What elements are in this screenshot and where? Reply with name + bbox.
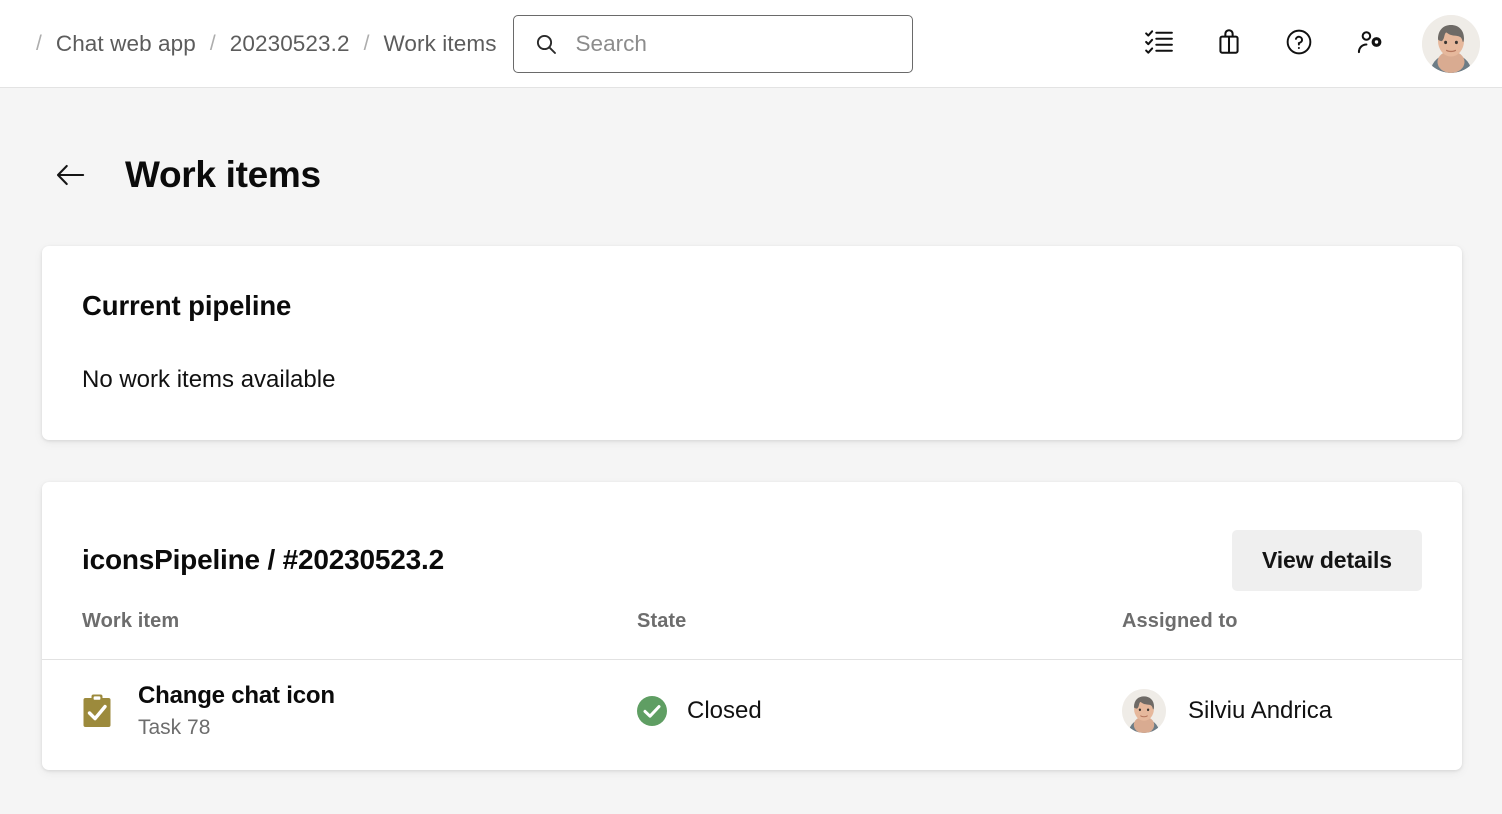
work-items-table: Work item State Assigned to Change chat …	[42, 600, 1462, 770]
breadcrumb-separator-2: /	[350, 32, 384, 56]
work-items-card-header: iconsPipeline / #20230523.2 View details	[42, 482, 1462, 600]
shopping-bag-icon	[1214, 27, 1244, 60]
table-row[interactable]: Change chat icon Task 78 Closed	[42, 660, 1462, 770]
breadcrumb-item-chat-web-app[interactable]: Chat web app	[56, 31, 196, 57]
back-arrow-icon[interactable]	[52, 156, 90, 194]
page-title: Work items	[125, 154, 321, 196]
task-clipboard-check-icon	[82, 693, 112, 729]
task-list-icon	[1144, 27, 1174, 60]
table-header-row: Work item State Assigned to	[42, 600, 1462, 660]
view-details-button[interactable]: View details	[1232, 530, 1422, 591]
work-item-title[interactable]: Change chat icon	[138, 682, 335, 710]
breadcrumb: / Chat web app / 20230523.2 / Work items	[22, 31, 497, 57]
help-icon-button[interactable]	[1276, 21, 1322, 67]
topbar-actions	[1136, 15, 1484, 73]
search-input[interactable]	[576, 31, 898, 57]
current-pipeline-card: Current pipeline No work items available	[42, 246, 1462, 440]
cell-work-item[interactable]: Change chat icon Task 78	[82, 682, 637, 740]
breadcrumb-item-work-items[interactable]: Work items	[383, 31, 496, 57]
task-list-icon-button[interactable]	[1136, 21, 1182, 67]
state-label: Closed	[687, 697, 762, 725]
column-header-work-item: Work item	[82, 610, 637, 633]
cell-state: Closed	[637, 696, 1122, 726]
assignee-name: Silviu Andrica	[1188, 697, 1332, 725]
user-settings-icon	[1354, 27, 1384, 60]
search-icon	[534, 32, 558, 56]
breadcrumb-separator-leading: /	[22, 32, 56, 56]
top-bar: / Chat web app / 20230523.2 / Work items	[0, 0, 1502, 88]
pipeline-run-title: iconsPipeline / #20230523.2	[82, 544, 444, 576]
column-header-state: State	[637, 610, 1122, 633]
user-settings-icon-button[interactable]	[1346, 21, 1392, 67]
work-items-card: iconsPipeline / #20230523.2 View details…	[42, 482, 1462, 770]
breadcrumb-separator-1: /	[196, 32, 230, 56]
assignee-avatar	[1122, 689, 1166, 733]
check-circle-icon	[637, 696, 667, 726]
help-circle-icon	[1284, 27, 1314, 60]
page-header: Work items	[0, 88, 1502, 210]
current-pipeline-empty-message: No work items available	[82, 366, 1422, 394]
breadcrumb-item-run-id[interactable]: 20230523.2	[230, 31, 350, 57]
work-item-text: Change chat icon Task 78	[138, 682, 335, 740]
column-header-assigned-to: Assigned to	[1122, 610, 1422, 633]
search-box[interactable]	[513, 15, 913, 73]
shopping-bag-icon-button[interactable]	[1206, 21, 1252, 67]
current-pipeline-title: Current pipeline	[82, 290, 1422, 322]
cell-assigned-to: Silviu Andrica	[1122, 689, 1422, 733]
avatar[interactable]	[1422, 15, 1480, 73]
work-item-subtitle: Task 78	[138, 716, 335, 740]
